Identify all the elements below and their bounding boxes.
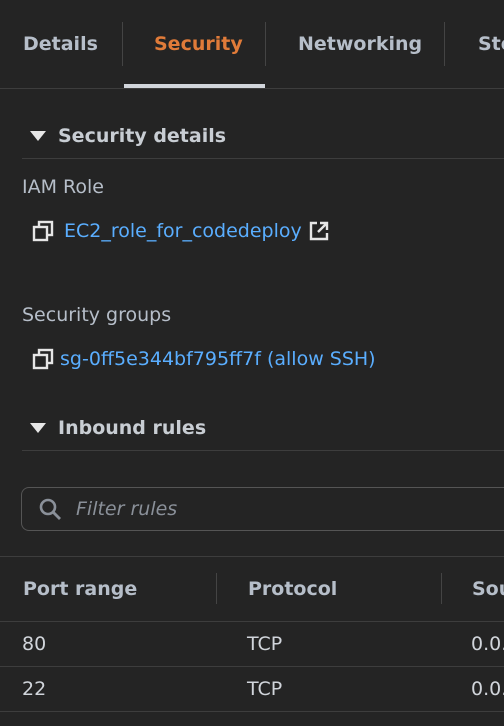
iam-role-link[interactable]: EC2_role_for_codedeploy: [64, 220, 302, 242]
copy-icon[interactable]: [32, 348, 54, 370]
tab-storage[interactable]: Sto: [478, 0, 504, 88]
cell-source: 0.0.: [471, 633, 504, 655]
external-link-icon[interactable]: [308, 220, 330, 242]
cell-source: 0.0.: [471, 678, 504, 700]
tab-security[interactable]: Security: [154, 0, 243, 88]
tab-divider: [122, 22, 123, 66]
caret-down-icon: [30, 423, 46, 433]
tab-networking[interactable]: Networking: [298, 0, 422, 88]
tab-divider: [444, 22, 445, 66]
cell-protocol: TCP: [247, 678, 283, 700]
active-tab-indicator: [124, 84, 265, 88]
cell-port: 22: [22, 678, 47, 700]
column-divider[interactable]: [441, 573, 442, 604]
security-group-row: sg-0ff5e344bf795ff7f (allow SSH): [32, 348, 376, 370]
column-header-port-range[interactable]: Port range: [23, 557, 137, 621]
caret-down-icon: [30, 131, 46, 141]
filter-rules-box: [21, 487, 504, 531]
search-icon: [39, 498, 61, 520]
column-header-protocol[interactable]: Protocol: [248, 557, 337, 621]
security-details-header[interactable]: Security details: [22, 114, 504, 159]
section-title: Inbound rules: [58, 417, 207, 439]
section-title: Security details: [58, 125, 227, 147]
iam-role-label: IAM Role: [22, 176, 104, 198]
column-header-source[interactable]: Sou: [472, 557, 504, 621]
security-group-link[interactable]: sg-0ff5e344bf795ff7f (allow SSH): [60, 348, 376, 370]
column-divider[interactable]: [216, 573, 217, 604]
table-row[interactable]: 80 TCP 0.0.: [0, 622, 504, 667]
iam-role-row: EC2_role_for_codedeploy: [32, 220, 330, 242]
tab-divider: [265, 22, 266, 66]
cell-port: 80: [22, 633, 47, 655]
tab-bar: Details Security Networking Sto: [0, 0, 504, 89]
filter-rules-input[interactable]: [74, 497, 478, 521]
table-header: Port range Protocol Sou: [0, 556, 504, 622]
tab-details[interactable]: Details: [23, 0, 98, 88]
table-row[interactable]: 22 TCP 0.0.: [0, 667, 504, 712]
security-groups-label: Security groups: [22, 304, 172, 326]
inbound-rules-header[interactable]: Inbound rules: [22, 406, 504, 451]
cell-protocol: TCP: [247, 633, 283, 655]
inbound-rules-table: Port range Protocol Sou 80 TCP 0.0. 22 T…: [0, 556, 504, 712]
copy-icon[interactable]: [32, 220, 54, 242]
